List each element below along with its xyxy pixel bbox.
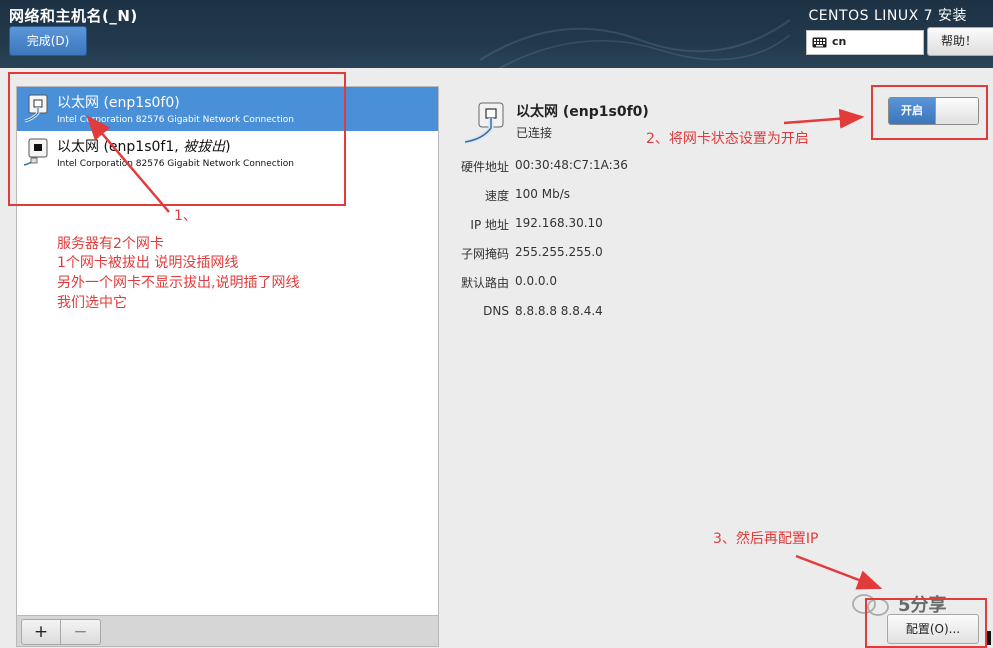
annotation-step1-line3: 另外一个网卡不显示拔出,说明插了网线 <box>57 275 300 291</box>
subnet-mask-label: 子网掩码 <box>460 247 509 261</box>
keyboard-layout-indicator[interactable]: cn <box>806 30 924 55</box>
annotation-step1-line4: 我们选中它 <box>57 295 127 311</box>
list-toolbar: + − <box>17 615 438 646</box>
keyboard-layout-label: cn <box>832 35 847 48</box>
selected-device-name: 以太网 (enp1s0f0) <box>516 104 649 120</box>
annotation-box-configure <box>865 598 987 648</box>
annotation-step2: 2、将网卡状态设置为开启 <box>646 131 809 147</box>
hardware-address-label: 硬件地址 <box>460 160 509 174</box>
keyboard-icon <box>812 37 827 48</box>
speed-label: 速度 <box>484 189 509 203</box>
product-name: CENTOS LINUX 7 安装 <box>808 8 967 24</box>
annotation-step1-number: 1、 <box>174 208 197 224</box>
remove-device-button[interactable]: − <box>61 619 101 645</box>
dns-label: DNS <box>483 304 509 318</box>
installer-header: 网络和主机名(_N) 完成(D) CENTOS LINUX 7 安装 cn 帮助… <box>0 0 993 68</box>
header-decoration <box>480 19 790 68</box>
dns-value: 8.8.8.8 8.8.4.4 <box>515 304 603 318</box>
annotation-step3: 3、然后再配置IP <box>713 531 819 547</box>
annotation-step1-line1: 服务器有2个网卡 <box>57 236 164 252</box>
subnet-mask-value: 255.255.255.0 <box>515 245 603 259</box>
hardware-address-value: 00:30:48:C7:1A:36 <box>515 158 628 172</box>
help-button[interactable]: 帮助！ <box>927 27 993 56</box>
annotation-step1-line2: 1个网卡被拔出 说明没插网线 <box>57 255 239 271</box>
ethernet-cable-icon <box>464 102 504 145</box>
done-button[interactable]: 完成(D) <box>9 26 87 56</box>
connection-status: 已连接 <box>516 126 553 140</box>
annotation-box-toggle <box>871 85 988 140</box>
page-title: 网络和主机名(_N) <box>9 7 138 25</box>
ip-address-label: IP 地址 <box>470 218 509 232</box>
speed-value: 100 Mb/s <box>515 187 570 201</box>
default-route-label: 默认路由 <box>460 276 509 290</box>
default-route-value: 0.0.0.0 <box>515 274 557 288</box>
add-device-button[interactable]: + <box>21 619 61 645</box>
annotation-box-device-list <box>8 72 346 206</box>
ip-address-value: 192.168.30.10 <box>515 216 603 230</box>
